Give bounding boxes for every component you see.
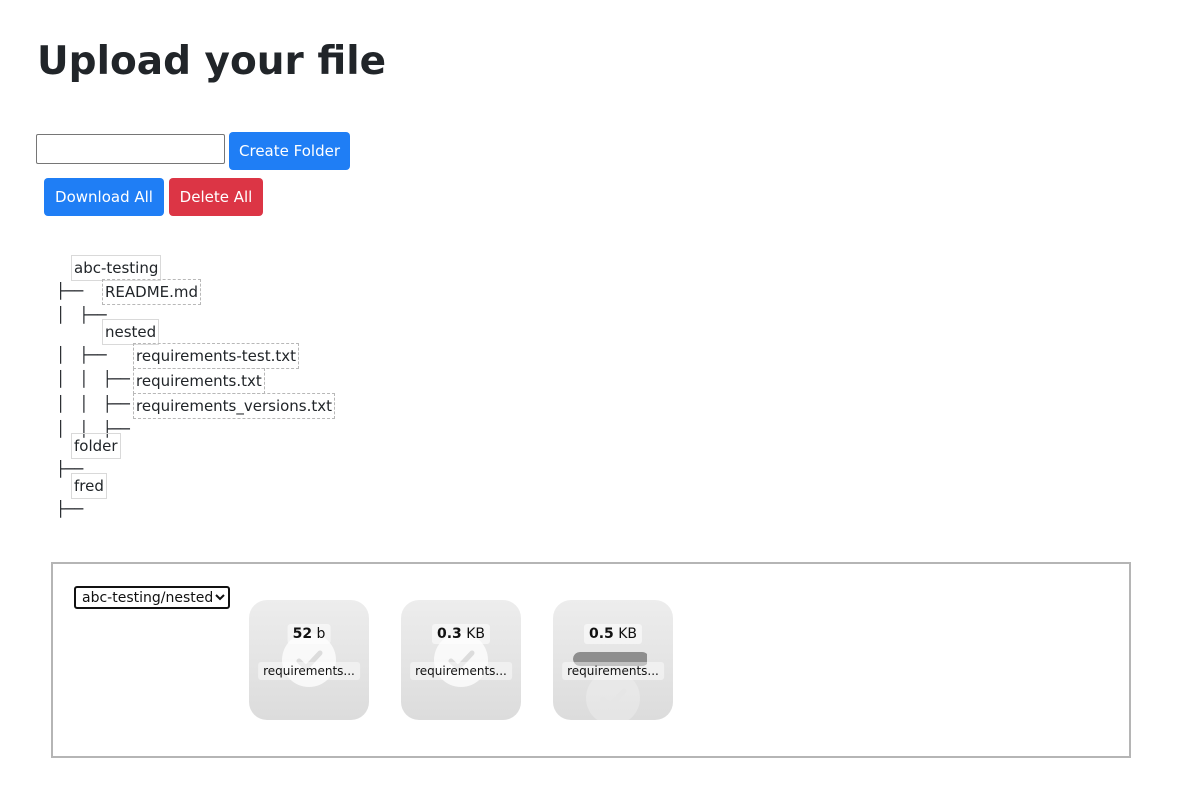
target-folder-select[interactable]: abc-testing/nested xyxy=(74,586,230,609)
upload-file-card[interactable]: 0.3 KB requirements... xyxy=(401,600,521,720)
tree-row: │ ├── README.md xyxy=(37,279,202,324)
file-size: 0.5 KB xyxy=(583,624,643,644)
tree-row: │ ├── nested xyxy=(37,319,160,364)
file-size: 0.3 KB xyxy=(431,624,491,644)
file-name: requirements... xyxy=(258,662,360,680)
tree-row: │ │ ├── requirements.txt xyxy=(37,368,265,413)
file-name: requirements... xyxy=(410,662,512,680)
tree-row: │ │ ├── requirements_versions.txt xyxy=(37,393,336,438)
folder-name-input[interactable] xyxy=(36,134,225,164)
tree-folder-fred[interactable]: fred xyxy=(71,473,107,499)
tree-row: ├── abc-testing xyxy=(37,255,162,300)
file-size: 52 b xyxy=(287,624,331,644)
download-all-button[interactable]: Download All xyxy=(44,178,164,216)
tree-folder-abc-testing[interactable]: abc-testing xyxy=(71,255,162,281)
tree-file-requirements-test[interactable]: requirements-test.txt xyxy=(133,343,299,369)
tree-file-requirements-versions[interactable]: requirements_versions.txt xyxy=(133,393,336,419)
upload-file-card[interactable]: 0.5 KB requirements... xyxy=(553,600,673,720)
upload-file-card[interactable]: 52 b requirements... xyxy=(249,600,369,720)
tree-branch-glyph: ├── xyxy=(56,500,84,518)
upload-dropzone[interactable]: abc-testing/nested 52 b requirements... … xyxy=(51,562,1131,758)
file-name: requirements... xyxy=(562,662,664,680)
tree-row: │ │ ├── requirements-test.txt xyxy=(37,343,299,388)
tree-file-readme[interactable]: README.md xyxy=(102,279,202,305)
create-folder-button[interactable]: Create Folder xyxy=(229,132,350,170)
tree-row: ├── fred xyxy=(37,473,107,518)
tree-file-requirements[interactable]: requirements.txt xyxy=(133,368,265,394)
tree-folder-folder[interactable]: folder xyxy=(71,433,121,459)
tree-row: ├── folder xyxy=(37,433,121,478)
delete-all-button[interactable]: Delete All xyxy=(169,178,263,216)
page-title: Upload your file xyxy=(37,39,387,84)
tree-folder-nested[interactable]: nested xyxy=(102,319,160,345)
